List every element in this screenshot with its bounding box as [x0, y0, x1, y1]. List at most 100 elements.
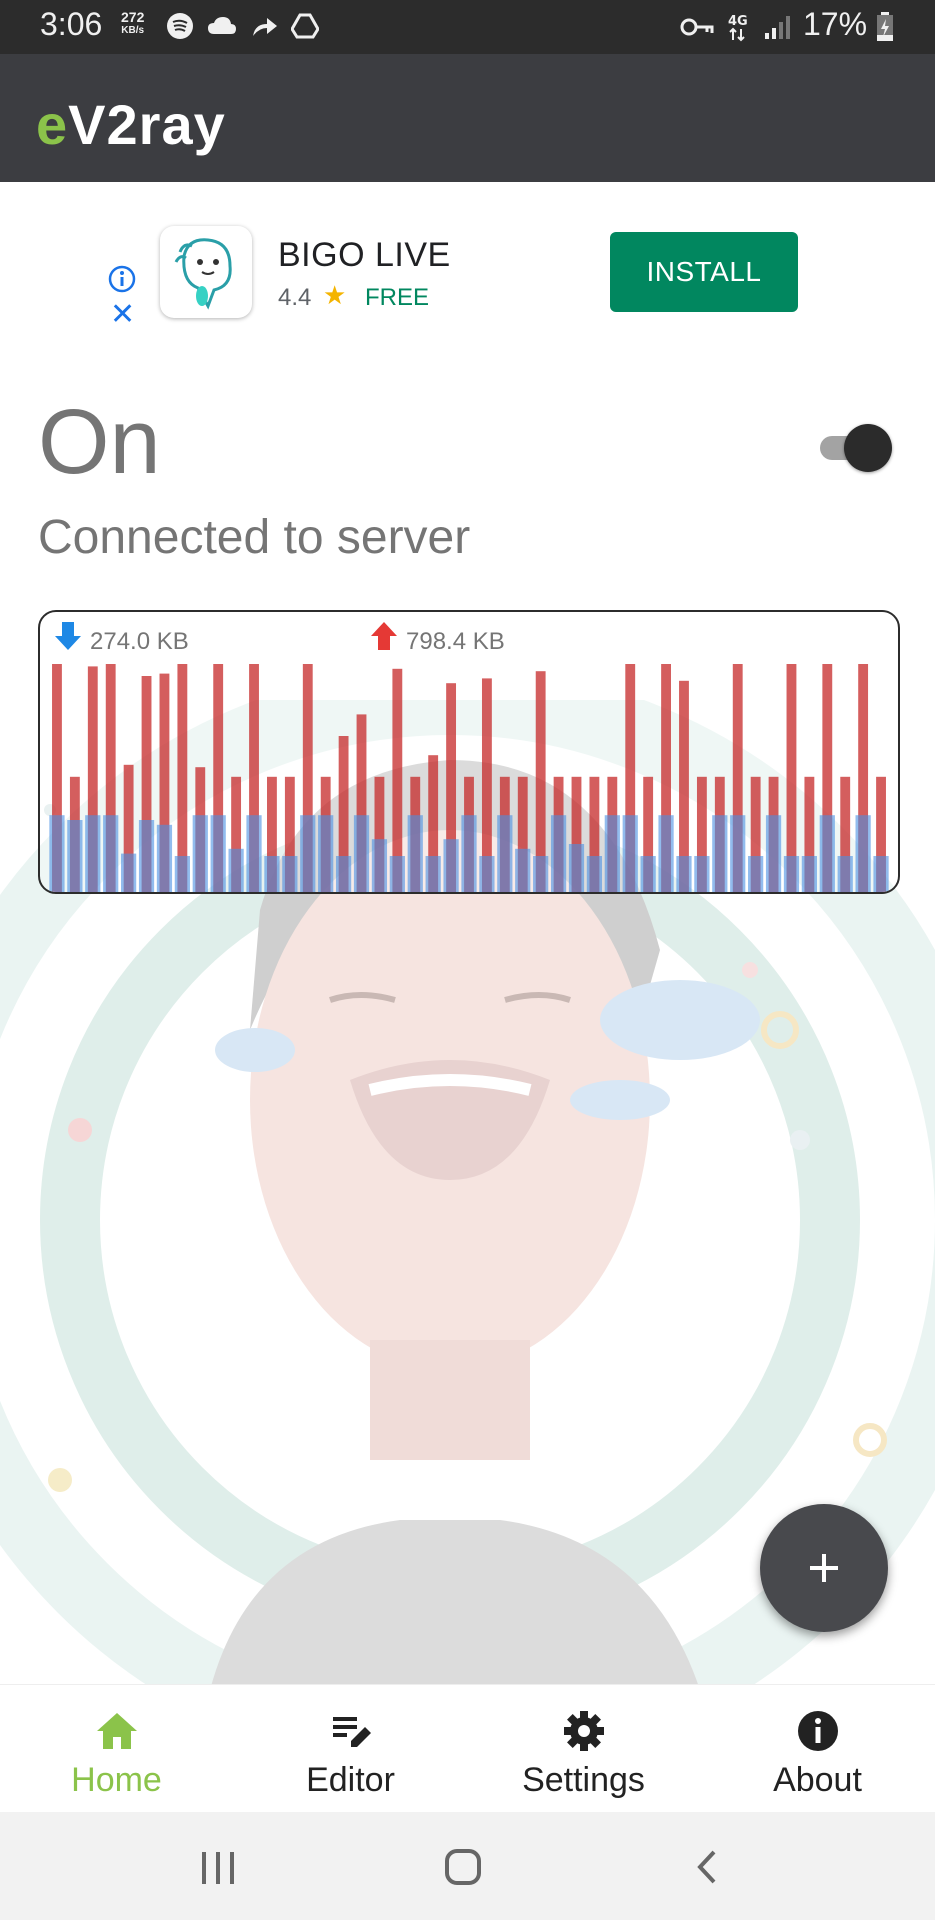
connection-toggle[interactable]: [820, 424, 896, 474]
ad-app-name[interactable]: BIGO LIVE: [278, 236, 451, 275]
download-bar: [156, 824, 173, 892]
download-bar: [604, 815, 620, 892]
network-speed-unit: KB/s: [121, 25, 145, 36]
system-navigation-bar: [0, 1812, 935, 1920]
download-bar: [586, 856, 603, 892]
toggle-thumb: [844, 424, 892, 472]
download-bar: [138, 820, 155, 892]
forward-icon: [251, 14, 279, 43]
download-bar: [479, 856, 495, 892]
download-bar: [515, 848, 531, 892]
download-bar: [318, 815, 334, 892]
download-bar: [192, 815, 208, 892]
download-bar: [353, 815, 370, 892]
download-bar: [425, 856, 441, 892]
nav-label-editor: Editor: [306, 1761, 395, 1799]
download-bar: [443, 839, 459, 892]
nav-item-about[interactable]: About: [701, 1685, 934, 1813]
ad-price: FREE: [365, 284, 430, 311]
ad-app-icon[interactable]: [160, 226, 252, 318]
download-bar: [264, 856, 280, 892]
bottom-navigation: Home Editor Settings About: [0, 1684, 935, 1813]
upload-arrow-icon: [370, 620, 398, 657]
status-time: 3:06: [40, 6, 103, 42]
nav-label-home: Home: [71, 1761, 162, 1799]
drive-icon: [290, 13, 321, 44]
ad-close-icon[interactable]: ✕: [110, 300, 135, 330]
download-bar: [640, 856, 656, 892]
network-speed: 272 KB/s: [121, 10, 144, 38]
nav-label-about: About: [773, 1761, 862, 1799]
nav-label-settings: Settings: [522, 1761, 645, 1799]
download-bar: [765, 815, 782, 892]
download-bar: [174, 856, 190, 892]
download-bar: [568, 844, 585, 892]
settings-icon: [563, 1711, 604, 1751]
nav-item-editor[interactable]: Editor: [234, 1685, 467, 1813]
download-bar: [873, 856, 889, 892]
download-bar: [246, 815, 262, 892]
network-4g-icon: 4G: [726, 12, 750, 47]
download-bar: [855, 815, 871, 892]
download-bar: [461, 815, 477, 892]
download-arrow-icon: [54, 620, 82, 657]
download-bar: [85, 815, 101, 892]
spotify-icon: [166, 12, 194, 45]
app-title-rest: V2ray: [68, 93, 226, 156]
editor-icon: [332, 1717, 371, 1747]
recents-button[interactable]: [198, 1850, 238, 1886]
connection-state: On: [38, 391, 161, 493]
download-bar: [335, 856, 352, 892]
network-type-label: 4G: [728, 14, 748, 29]
download-bar: [228, 848, 244, 892]
download-bar: [730, 815, 746, 892]
download-bar: [371, 839, 388, 892]
download-bar: [622, 815, 638, 892]
download-bar: [282, 856, 298, 892]
info-icon: [797, 1711, 838, 1751]
app-title-accent: e: [36, 93, 69, 156]
connection-status-text: Connected to server: [38, 511, 471, 564]
download-bar: [783, 856, 800, 892]
download-bar: [407, 815, 423, 892]
status-bar: 3:06 272 KB/s 4G 17%: [0, 0, 935, 54]
install-button[interactable]: INSTALL: [610, 232, 798, 312]
download-bar: [550, 815, 567, 892]
download-bar: [801, 856, 817, 892]
download-bar: [748, 856, 764, 892]
star-icon: ★: [323, 280, 347, 310]
back-button[interactable]: [694, 1848, 720, 1886]
battery-charging-icon: [876, 12, 894, 47]
upload-total: 798.4 KB: [406, 628, 505, 655]
nav-item-home[interactable]: Home: [0, 1685, 233, 1813]
download-bar: [658, 815, 674, 892]
download-total: 274.0 KB: [90, 628, 189, 655]
home-button[interactable]: [444, 1848, 482, 1886]
download-bar: [694, 856, 710, 892]
network-speed-value: 272: [121, 9, 145, 25]
download-bar: [533, 856, 549, 892]
download-bar: [300, 815, 316, 892]
nav-item-settings[interactable]: Settings: [467, 1685, 700, 1813]
download-bar: [497, 815, 513, 892]
download-bar: [712, 815, 728, 892]
ad-info-icon[interactable]: [108, 265, 136, 298]
download-bar: [121, 853, 137, 892]
download-bar: [389, 856, 405, 892]
download-bar: [103, 815, 119, 892]
download-bar: [837, 856, 853, 892]
download-bar: [67, 820, 83, 892]
plus-icon: [810, 1554, 838, 1582]
download-bar: [210, 815, 226, 892]
cloud-icon: [206, 14, 238, 43]
vpn-key-icon: [680, 16, 714, 43]
ad-rating: 4.4: [278, 284, 312, 311]
home-icon: [96, 1713, 137, 1749]
download-bar: [819, 815, 835, 892]
app-title: eV2ray: [36, 92, 226, 157]
signal-icon: [763, 13, 791, 46]
battery-percentage: 17%: [803, 6, 868, 42]
app-bar: eV2ray: [0, 54, 935, 182]
add-config-button[interactable]: [760, 1504, 888, 1632]
download-bar: [676, 856, 692, 892]
